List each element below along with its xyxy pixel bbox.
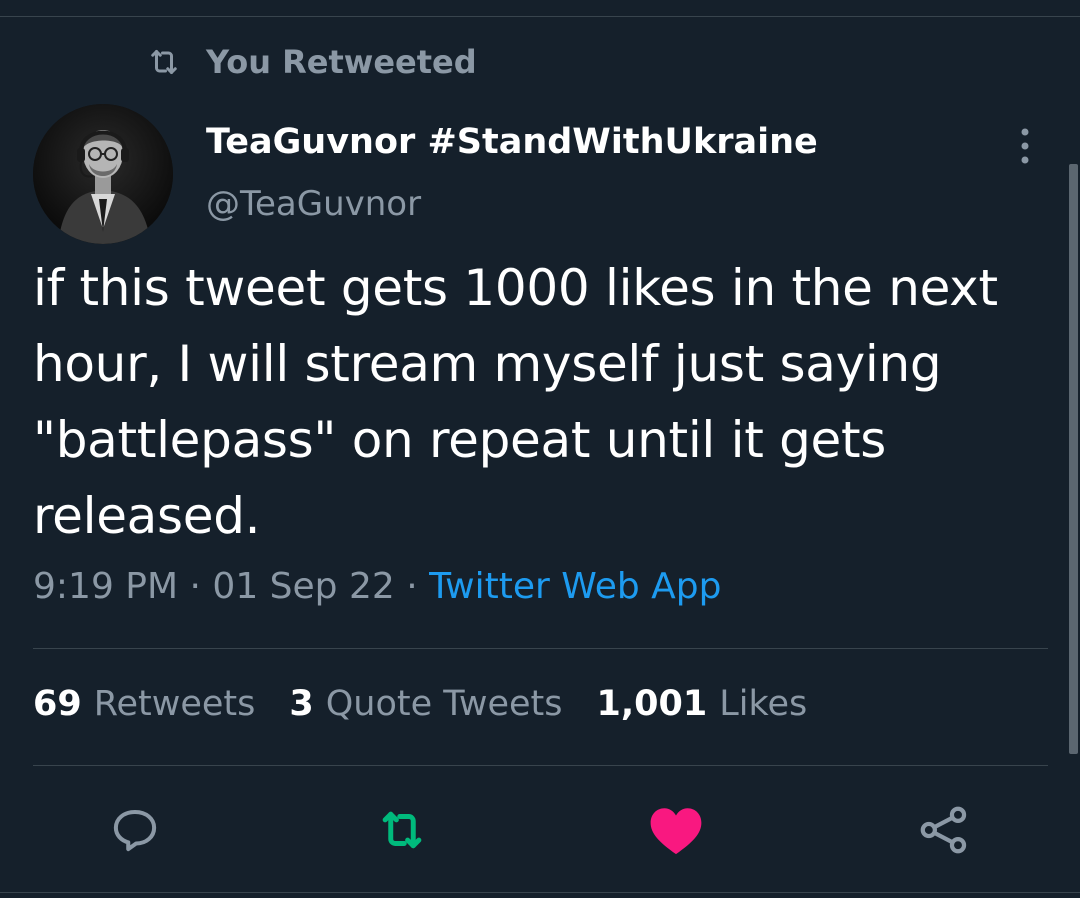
share-icon [920, 806, 967, 854]
tweet-time[interactable]: 9:19 PM [33, 566, 178, 607]
retweets-label: Retweets [93, 684, 256, 724]
likes-count: 1,001 [596, 684, 708, 724]
share-button[interactable] [914, 800, 974, 860]
heart-icon [650, 808, 702, 855]
top-divider [0, 16, 1080, 17]
quote-tweets-label: Quote Tweets [325, 684, 563, 724]
likes-label: Likes [719, 684, 808, 724]
scrollbar[interactable] [1069, 164, 1078, 754]
quote-tweets-count: 3 [289, 684, 314, 724]
retweet-context-label: You Retweeted [206, 43, 477, 81]
author-handle[interactable]: @TeaGuvnor [206, 184, 421, 224]
tweet-text: if this tweet gets 1000 likes in the nex… [33, 259, 998, 545]
tweet-meta: 9:19 PM · 01 Sep 22 · Twitter Web App [33, 566, 722, 607]
retweet-context[interactable]: You Retweeted [146, 42, 477, 82]
tweet-stats: 69 Retweets 3 Quote Tweets 1,001 Likes [33, 684, 841, 724]
quote-tweets-stat[interactable]: 3 Quote Tweets [289, 684, 562, 724]
reply-button[interactable] [105, 800, 165, 860]
like-button[interactable] [646, 800, 706, 860]
author-display-name[interactable]: TeaGuvnor #StandWithUkraine [206, 122, 818, 162]
tweet-actions-bar [0, 800, 1080, 860]
avatar-photo [33, 104, 173, 244]
tweet-date[interactable]: 01 Sep 22 [212, 566, 394, 607]
retweet-icon [146, 44, 182, 80]
retweets-stat[interactable]: 69 Retweets [33, 684, 255, 724]
bottom-divider [0, 892, 1080, 893]
tweet-source-link[interactable]: Twitter Web App [429, 566, 721, 607]
retweet-button[interactable] [372, 800, 432, 860]
meta-separator: · [406, 566, 418, 607]
avatar[interactable] [33, 104, 173, 244]
retweets-count: 69 [33, 684, 82, 724]
retweet-icon [382, 811, 422, 849]
divider [33, 648, 1048, 649]
reply-icon [113, 809, 157, 852]
meta-separator: · [189, 566, 201, 607]
divider [33, 765, 1048, 766]
more-options-icon[interactable] [1010, 126, 1040, 166]
likes-stat[interactable]: 1,001 Likes [597, 684, 808, 724]
